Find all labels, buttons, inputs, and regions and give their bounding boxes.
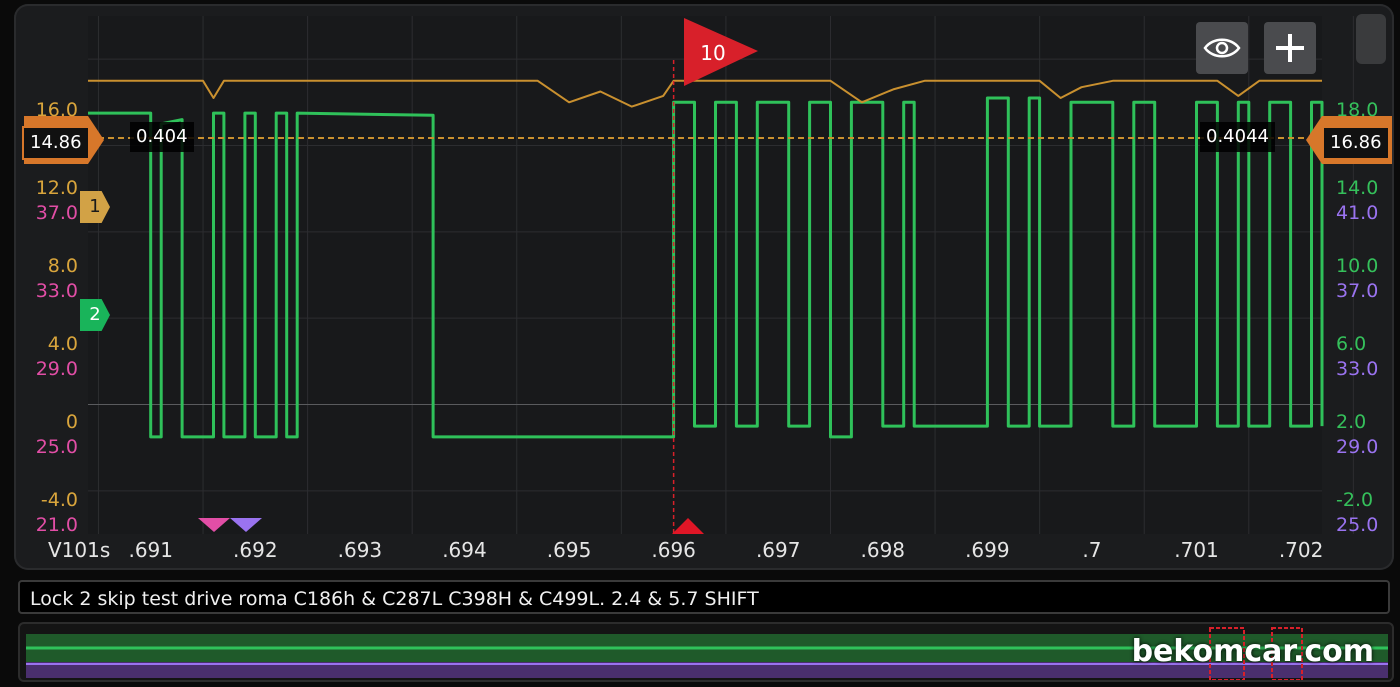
y-tick-label: 14.0 [1336,177,1379,199]
plus-icon [1276,34,1304,62]
y-tick-label: 16.0 [35,99,78,121]
add-button[interactable] [1264,22,1316,74]
watermark: bekomcar.com [1131,634,1374,669]
y-tick-label: 18.0 [1336,99,1379,121]
right-value-box[interactable]: 16.86 [1322,126,1390,160]
y-tick-label: 37.0 [35,202,78,224]
x-tick-label: .692 [233,538,278,562]
plot-area[interactable]: 10 [0,0,1400,570]
x-axis-unit-label: V101s [48,538,111,562]
y-tick-label: 41.0 [1336,202,1379,224]
y-tick-label: 10.0 [1336,255,1379,277]
y-tick-label: 0 [65,411,78,433]
y-tick-label: 6.0 [1336,333,1367,355]
y-tick-label: 2.0 [1336,411,1367,433]
y-tick-label: -2.0 [1336,489,1374,511]
x-tick-label: .694 [442,538,487,562]
x-tick-label: .699 [965,538,1010,562]
x-tick-label: .697 [755,538,801,562]
y-tick-label: -4.0 [40,489,78,511]
y-tick-label: 29.0 [35,358,78,380]
y-tick-label: 33.0 [35,280,78,302]
x-tick-label: .693 [337,538,383,562]
x-tick-label: .7 [1082,538,1102,562]
y-tick-label: 37.0 [1336,280,1379,302]
y-tick-label: 4.0 [47,333,78,355]
panel-drag-handle[interactable] [1356,14,1386,64]
y-tick-label: 21.0 [35,514,78,536]
y-tick-label: 8.0 [47,255,78,277]
x-tick-label: .701 [1174,538,1219,562]
left-value-box[interactable]: 14.86 [22,126,90,160]
notes-bar[interactable]: Lock 2 skip test drive roma C186h & C287… [18,580,1390,614]
x-tick-label: .695 [546,538,592,562]
y-tick-label: 29.0 [1336,436,1379,458]
trigger-label: 10 [700,41,725,65]
y-tick-label: 33.0 [1336,358,1379,380]
right-cursor-readout: 0.4044 [1200,122,1275,152]
eye-icon [1203,38,1241,58]
y-tick-label: 12.0 [35,177,78,199]
visibility-button[interactable] [1196,22,1248,74]
x-tick-label: .698 [860,538,906,562]
y-tick-label: 25.0 [35,436,78,458]
x-tick-label: .696 [651,538,696,562]
x-tick-label: .691 [128,538,173,562]
y-tick-label: 25.0 [1336,514,1379,536]
x-tick-label: .702 [1278,538,1324,562]
left-cursor-readout: 0.404 [130,122,194,152]
